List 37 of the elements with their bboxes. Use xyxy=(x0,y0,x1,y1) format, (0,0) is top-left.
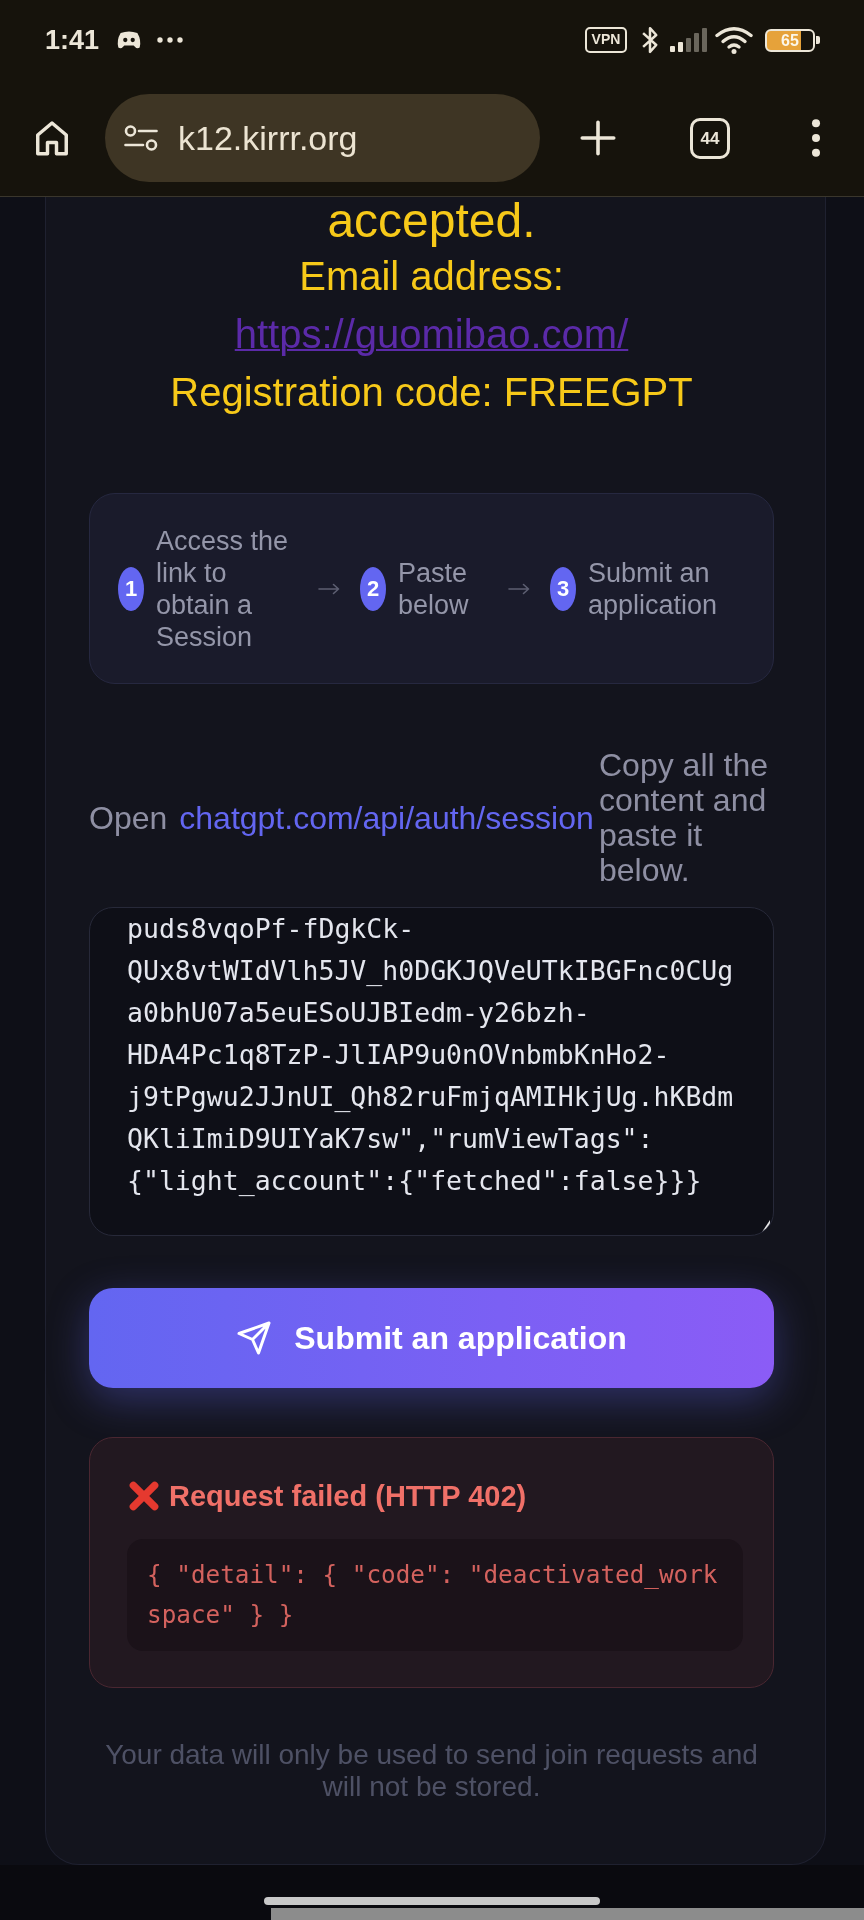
session-link[interactable]: chatgpt.com/api/auth/session xyxy=(179,799,594,837)
email-label: Email address: xyxy=(299,253,564,300)
wifi-icon xyxy=(715,26,753,54)
arrow-right-icon xyxy=(508,582,530,595)
error-title: Request failed (HTTP 402) xyxy=(169,1479,527,1514)
privacy-note: Your data will only be used to send join requests and will not be stored. xyxy=(104,1739,759,1803)
more-dots-icon xyxy=(157,37,184,43)
signal-icon xyxy=(670,28,708,52)
url-text: k12.kirrr.org xyxy=(178,118,358,158)
step-label: Submit an application xyxy=(588,556,719,621)
submit-button[interactable]: Submit an application xyxy=(89,1288,774,1388)
status-time: 1:41 xyxy=(45,24,100,56)
vpn-badge: VPN xyxy=(585,27,627,53)
error-code-block: { "detail": { "code": "deactivated_workspace" } } xyxy=(127,1539,743,1651)
step-number: 2 xyxy=(360,566,386,611)
step-label: Paste below xyxy=(398,556,470,621)
tab-switcher-button[interactable]: 44 xyxy=(690,117,730,159)
home-icon[interactable] xyxy=(34,119,70,157)
plus-icon[interactable] xyxy=(580,120,616,156)
notice-heading: accepted. xyxy=(327,197,536,245)
registration-code: Registration code: FREEGPT xyxy=(170,369,693,416)
resize-handle-icon[interactable] xyxy=(762,1220,770,1232)
bluetooth-icon xyxy=(641,25,659,55)
step-number: 1 xyxy=(118,566,144,611)
session-textarea[interactable]: puds8vqoPf-fDgkCk-QUx8vtWIdVlh5JV_h0DGKJQVeUTkIBGFnc0CUga0bhU07a5euESoUJBIedm-y26bzh-HDA4Pc1q8TzP-JlIAP9u0nOVnbmbKnHo2-j9tPgwu2JJnUI_Qh82ruFmjqAMIHkjUg.hKBdmQKliImiD9UIYaK7sw","rumViewTags":{"light_account":{"fetched":false}}} xyxy=(89,907,774,1236)
step-label: Access the link to obtain a Session xyxy=(156,524,290,653)
battery-indicator: 65 xyxy=(765,28,820,52)
game-controller-icon xyxy=(116,29,143,51)
cross-mark-icon xyxy=(128,1480,160,1512)
open-label: Open xyxy=(89,799,168,837)
more-options-icon[interactable] xyxy=(810,119,822,157)
arrow-right-icon xyxy=(318,582,340,595)
address-bar[interactable]: k12.kirrr.org xyxy=(105,94,540,182)
send-icon xyxy=(236,1320,273,1356)
copy-instruction: Copy all the content and paste it below. xyxy=(599,748,769,888)
sliders-icon[interactable] xyxy=(124,124,158,152)
step-number: 3 xyxy=(550,566,576,611)
